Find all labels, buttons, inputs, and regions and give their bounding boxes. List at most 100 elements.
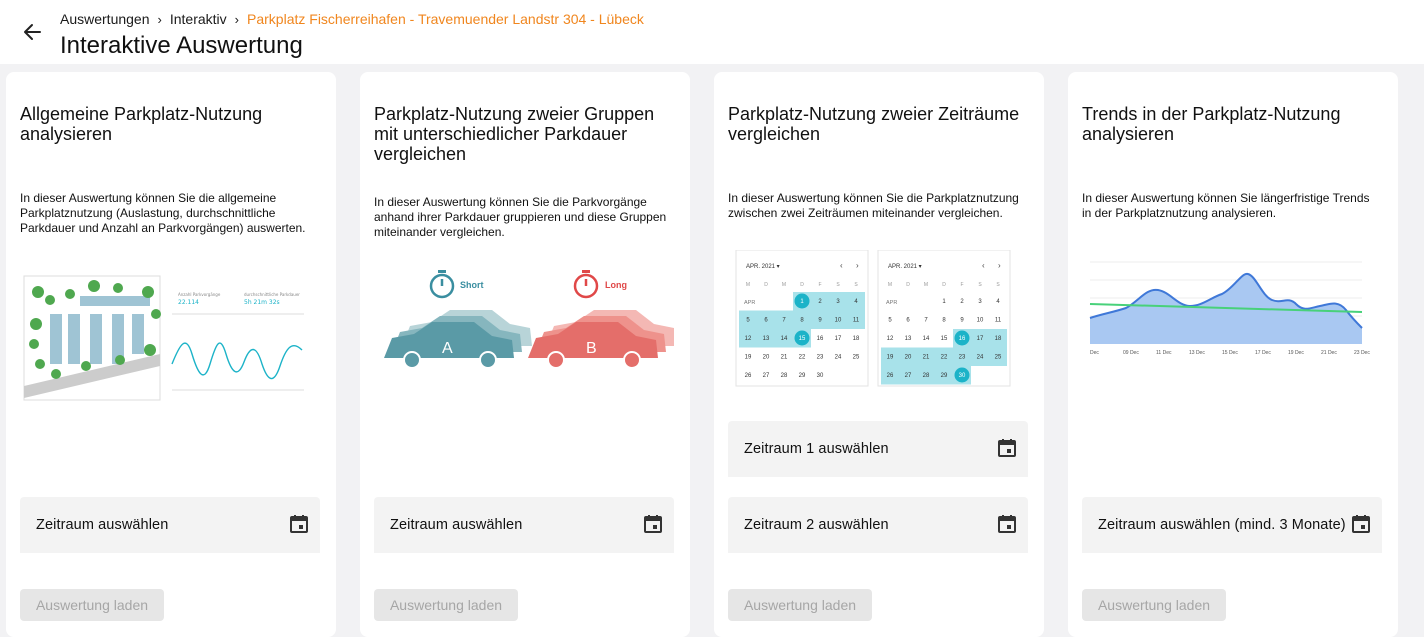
load-analysis-button[interactable]: Auswertung laden [374, 589, 518, 621]
x-tick-label: 13 Dec [1189, 350, 1205, 356]
car-b-label: B [586, 340, 597, 357]
stopwatch-icon [573, 270, 599, 299]
calendar-day: 24 [977, 355, 984, 361]
period-1-field[interactable]: Zeitraum 1 auswählen [728, 421, 1028, 477]
calendar-icon[interactable] [288, 513, 310, 535]
calendar-day: 25 [853, 355, 860, 361]
analysis-card-trends: Trends in der Parkplatz-Nutzung analysie… [1068, 72, 1398, 637]
calendar-day: 24 [835, 355, 842, 361]
calendar-day: 29 [941, 373, 948, 379]
stat-label: Anzahl Parkvorgänge [178, 292, 221, 297]
period-2-field[interactable]: Zeitraum 2 auswählen [728, 497, 1028, 553]
calendar-month-label: APR. 2021 ▾ [746, 264, 780, 270]
weekday-label: D [942, 282, 946, 288]
card-description: In dieser Auswertung können Sie die Park… [374, 195, 667, 239]
calendar-icon[interactable] [996, 513, 1018, 535]
calendar-day: 19 [887, 355, 894, 361]
back-arrow-icon[interactable] [18, 18, 46, 46]
calendar-icon[interactable] [1350, 513, 1372, 535]
field-label: Zeitraum auswählen (mind. 3 Monate) [1098, 517, 1346, 533]
calendar-day: 18 [995, 336, 1002, 342]
field-label: Zeitraum auswählen [390, 517, 523, 533]
weekday-label: M [746, 282, 750, 288]
stat-label: durchschnittliche Parkdauer [244, 292, 300, 297]
load-analysis-button[interactable]: Auswertung laden [1082, 589, 1226, 621]
chevron-right-icon: › [856, 261, 859, 270]
x-tick-label: 09 Dec [1123, 350, 1139, 356]
x-tick-label: Dec [1090, 350, 1099, 356]
calendar-day: 28 [781, 373, 788, 379]
weekday-label: M [924, 282, 928, 288]
general-usage-illustration: Anzahl Parkvorgänge 22.114 durchschnittl… [20, 274, 320, 402]
date-range-field[interactable]: Zeitraum auswählen [374, 497, 674, 553]
chevron-right-icon: › [157, 11, 162, 27]
field-label: Zeitraum auswählen [36, 517, 169, 533]
two-groups-illustration: Short Long A B [374, 264, 676, 374]
card-description: In dieser Auswertung können Sie die allg… [20, 191, 306, 235]
stat-value: 5h 21m 32s [244, 299, 280, 306]
breadcrumb-item-interaktiv[interactable]: Interaktiv [170, 11, 227, 27]
analysis-card-two-periods: Parkplatz-Nutzung zweier Zeiträume vergl… [714, 72, 1044, 637]
calendar-day: 10 [977, 318, 984, 324]
chevron-left-icon: ‹ [840, 261, 843, 270]
load-analysis-button[interactable]: Auswertung laden [728, 589, 872, 621]
x-tick-label: 21 Dec [1321, 350, 1337, 356]
calendar-day: 28 [923, 373, 930, 379]
field-label: Zeitraum 2 auswählen [744, 517, 889, 533]
month-row-label: APR [744, 300, 755, 306]
calendar-day: 27 [905, 373, 912, 379]
calendar-day: 26 [745, 373, 752, 379]
calendar-day: 20 [763, 355, 770, 361]
chevron-right-icon: › [234, 11, 240, 27]
calendar-day: 22 [941, 355, 948, 361]
stat-value: 22.114 [178, 299, 199, 306]
short-label: Short [460, 280, 484, 290]
breadcrumb-item-auswertungen[interactable]: Auswertungen [60, 11, 150, 27]
calendar-day: 10 [835, 318, 842, 324]
calendar-day: 13 [905, 336, 912, 342]
weekday-label: D [906, 282, 910, 288]
x-tick-label: 19 Dec [1288, 350, 1304, 356]
calendar-day: 19 [745, 355, 752, 361]
calendar-day: 18 [853, 336, 860, 342]
calendar-day: 16 [959, 336, 966, 342]
chevron-left-icon: ‹ [982, 261, 985, 270]
analysis-card-two-groups: Parkplatz-Nutzung zweier Gruppen mit unt… [360, 72, 690, 637]
analysis-card-general-usage: Allgemeine Parkplatz-Nutzung analysieren… [6, 72, 336, 637]
weekday-label: F [960, 282, 963, 288]
calendar-day: 25 [995, 355, 1002, 361]
calendar-day: 20 [905, 355, 912, 361]
calendar-day: 23 [959, 355, 966, 361]
calendar-day: 21 [923, 355, 930, 361]
calendar-icon[interactable] [996, 437, 1018, 459]
load-analysis-button[interactable]: Auswertung laden [20, 589, 164, 621]
weekday-label: M [888, 282, 892, 288]
calendar-day: 15 [799, 336, 806, 342]
chevron-right-icon: › [998, 261, 1001, 270]
weekday-label: M [782, 282, 786, 288]
card-title: Parkplatz-Nutzung zweier Zeiträume vergl… [728, 104, 1020, 144]
stopwatch-icon [429, 270, 455, 299]
trend-chart-illustration: Dec 09 Dec 11 Dec 13 Dec 15 Dec 17 Dec 19 Dec 2… [1082, 256, 1382, 360]
calendar-month-label: APR. 2021 ▾ [888, 264, 922, 270]
calendar-day: 17 [977, 336, 984, 342]
breadcrumb: Auswertungen › Interaktiv › Parkplatz Fi… [60, 11, 644, 27]
page-header: Auswertungen › Interaktiv › Parkplatz Fi… [0, 0, 1424, 64]
calendar-day: 17 [835, 336, 842, 342]
two-calendars-illustration: APR. 2021 ▾ ‹ › M D M D F S S APR 1 2 3 4 5 6 7 8 9 10 11 12 13… [728, 249, 1028, 390]
x-tick-label: 23 Dec [1354, 350, 1370, 356]
x-tick-label: 17 Dec [1255, 350, 1271, 356]
date-range-field[interactable]: Zeitraum auswählen [20, 497, 320, 553]
calendar-day: 29 [799, 373, 806, 379]
calendar-day: 14 [923, 336, 930, 342]
breadcrumb-item-current: Parkplatz Fischerreihafen - Travemuender… [247, 11, 644, 27]
card-description: In dieser Auswertung können Sie längerfr… [1082, 191, 1370, 220]
weekday-label: F [818, 282, 821, 288]
calendar-icon[interactable] [642, 513, 664, 535]
calendar-day: 13 [763, 336, 770, 342]
weekday-label: D [800, 282, 804, 288]
calendar-day: 12 [887, 336, 894, 342]
calendar-day: 12 [745, 336, 752, 342]
date-range-field[interactable]: Zeitraum auswählen (mind. 3 Monate) [1082, 497, 1382, 553]
card-description: In dieser Auswertung können Sie die Park… [728, 191, 1019, 220]
